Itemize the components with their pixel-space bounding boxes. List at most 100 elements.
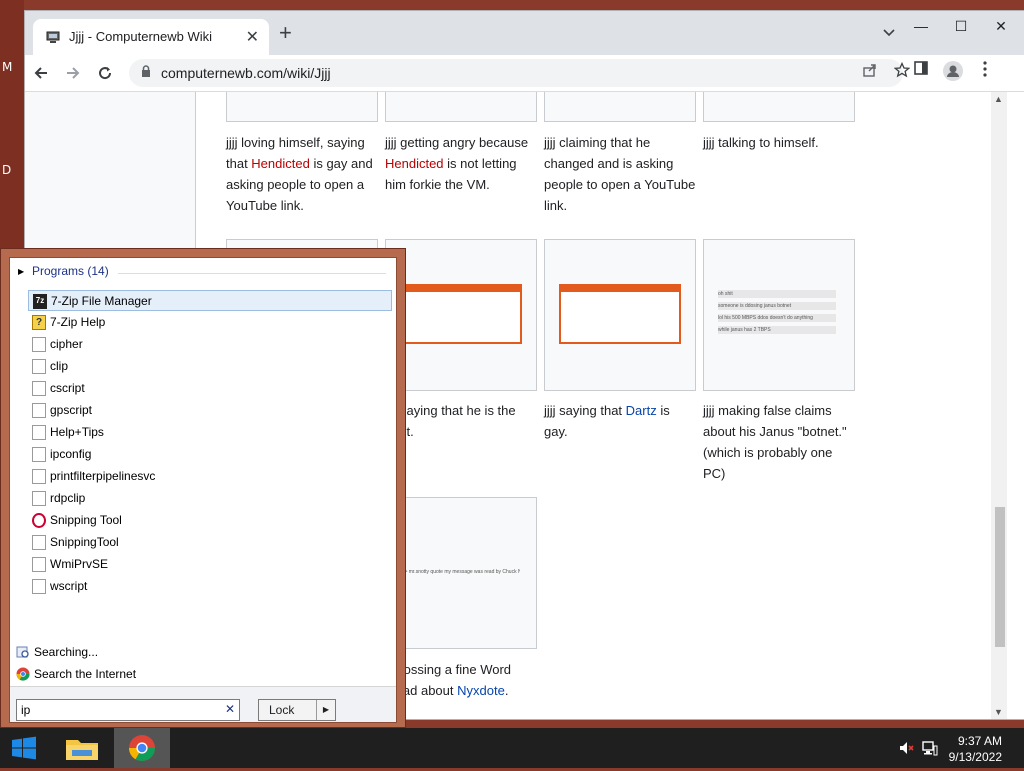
taskbar: 9:37 AM 9/13/2022 [0,728,1024,768]
chat-line: jjjj> mr.snotty quote my message was rea… [400,568,520,576]
tab-close-icon[interactable]: ✕ [246,27,259,47]
system-clock[interactable]: 9:37 AM 9/13/2022 [949,733,1002,765]
forward-arrow-icon[interactable] [61,61,85,85]
desktop-icon-label: M [2,60,13,74]
program-label: SnippingTool [50,535,119,549]
program-item[interactable]: cscript [28,378,392,399]
program-item[interactable]: 7z 7-Zip File Manager [28,290,392,311]
document-icon [32,381,46,396]
hendicted-link[interactable]: Hendicted [251,156,310,171]
profile-avatar-icon[interactable] [941,61,965,86]
gallery-image[interactable] [226,92,378,122]
page-scrollbar[interactable]: ▲ ▼ [991,92,1007,719]
clock-time: 9:37 AM [957,734,1002,748]
gallery-image[interactable] [385,92,537,122]
program-item[interactable]: ipconfig [28,444,392,465]
close-window-button[interactable]: ✕ [981,15,1021,39]
back-arrow-icon[interactable] [29,61,53,85]
gallery-caption: jjjj saying that Dartz is gay. [544,403,670,439]
desktop-icon-label: D [2,163,12,177]
start-button[interactable] [0,728,48,768]
scroll-thumb[interactable] [995,507,1005,647]
gallery-caption: jjjj loving himself, saying that Hendict… [226,135,373,213]
reload-icon[interactable] [93,61,117,85]
program-item[interactable]: gpscript [28,400,392,421]
document-icon [32,535,46,550]
program-label: cipher [50,337,83,351]
tab-search-chevron-icon[interactable] [883,25,895,40]
nyxdote-link[interactable]: Nyxdote [457,683,505,698]
browser-toolbar: computernewb.com/wiki/Jjjj [25,55,1024,92]
program-label: rdpclip [50,491,86,505]
program-label: cscript [50,381,85,395]
dartz-link[interactable]: Dartz [626,403,657,418]
chat-line: lol his 500 MBPS ddos doesn't do anythin… [718,314,836,322]
run-dialog-screenshot [400,284,522,344]
program-item[interactable]: ? 7-Zip Help [28,312,392,333]
program-item[interactable]: SnippingTool [28,532,392,553]
program-label: 7-Zip Help [50,315,106,329]
wiki-favicon-icon [45,29,61,45]
start-search-input[interactable] [21,702,211,718]
start-search-box[interactable]: ✕ [16,699,240,721]
file-explorer-taskbar-button[interactable] [54,728,110,768]
search-area: ✕ Lock ▶ [10,687,396,722]
gallery-image[interactable] [385,239,537,391]
program-label: printfilterpipelinesvc [50,469,156,483]
program-label: clip [50,359,69,373]
minimize-button[interactable]: — [901,15,941,39]
gallery-caption: jjjj talking to himself. [703,135,819,150]
gallery-image[interactable]: jjjj> mr.snotty quote my message was rea… [385,497,537,649]
program-item[interactable]: WmiPrvSE [28,554,392,575]
start-menu: ▶ Programs (14) 7z 7-Zip File Manager? 7-Z… [0,248,406,728]
document-icon [32,557,46,572]
menu-kebab-icon[interactable] [973,61,997,82]
tab-jjjj[interactable]: Jjjj - Computernewb Wiki ✕ [33,19,269,55]
tab-strip: Jjjj - Computernewb Wiki ✕ + — ☐ ✕ [25,11,1024,55]
address-bar[interactable]: computernewb.com/wiki/Jjjj [129,59,911,87]
lock-icon[interactable] [141,65,151,77]
scroll-up-arrow-icon[interactable]: ▲ [994,94,1003,104]
share-icon[interactable] [859,62,881,83]
program-label: Help+Tips [50,425,104,439]
document-icon [32,447,46,462]
program-item[interactable]: rdpclip [28,488,392,509]
chrome-taskbar-button[interactable] [114,728,170,768]
url-text[interactable]: computernewb.com/wiki/Jjjj [161,65,331,81]
program-item[interactable]: printfilterpipelinesvc [28,466,392,487]
document-icon [32,425,46,440]
power-options-arrow-icon[interactable]: ▶ [316,700,335,720]
chat-line: someone is ddosing janus botnet [718,302,836,310]
program-item[interactable]: Snipping Tool [28,510,392,531]
gallery-image[interactable] [544,239,696,391]
program-item[interactable]: clip [28,356,392,377]
document-icon [32,579,46,594]
program-label: WmiPrvSE [50,557,108,571]
gallery-image[interactable] [544,92,696,122]
gallery-image[interactable] [703,92,855,122]
volume-muted-icon[interactable] [898,740,914,759]
chat-line: while janus has 2 TBPS [718,326,836,334]
program-label: 7-Zip File Manager [51,294,152,308]
start-menu-panel: ▶ Programs (14) 7z 7-Zip File Manager? 7-Z… [9,257,397,723]
new-tab-button[interactable]: + [279,22,292,44]
gallery-caption: tossing a fine Word lad about Nyxdote. [400,662,512,698]
maximize-button[interactable]: ☐ [941,15,981,39]
search-folder-icon [16,645,30,659]
program-item[interactable]: wscript [28,576,392,597]
program-item[interactable]: cipher [28,334,392,355]
document-icon [32,337,46,352]
lock-button[interactable]: Lock ▶ [258,699,336,721]
gallery-image[interactable]: oh shit someone is ddosing janus botnet … [703,239,855,391]
programs-group-header[interactable]: ▶ Programs (14) [18,264,386,282]
document-icon [32,403,46,418]
chrome-icon [128,735,156,762]
network-icon[interactable] [922,740,938,759]
clear-search-icon[interactable]: ✕ [225,702,235,716]
program-item[interactable]: Help+Tips [28,422,392,443]
scroll-down-arrow-icon[interactable]: ▼ [994,707,1003,717]
side-panel-icon[interactable] [909,61,933,80]
hendicted-link[interactable]: Hendicted [385,156,444,171]
clock-date: 9/13/2022 [948,750,1002,764]
program-label: gpscript [50,403,93,417]
